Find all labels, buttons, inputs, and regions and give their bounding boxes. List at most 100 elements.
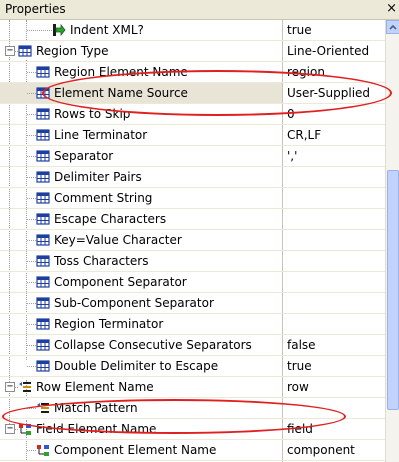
property-row[interactable]: Key=Value Character [0, 230, 385, 251]
property-row[interactable]: Delimiter Pairs [0, 167, 385, 188]
property-name-cell[interactable]: Escape Characters [0, 209, 282, 229]
property-value[interactable] [282, 272, 385, 292]
row-list-icon [36, 401, 50, 415]
property-label: Indent XML? [70, 23, 144, 37]
tree-connector [27, 366, 36, 367]
property-value[interactable] [282, 209, 385, 229]
property-name-cell[interactable]: Separator [0, 146, 282, 166]
property-row[interactable]: − Field Element Name field [0, 419, 385, 440]
property-row[interactable]: Comment String [0, 188, 385, 209]
property-row[interactable]: Region Element Name region [0, 62, 385, 83]
property-name-cell[interactable]: Collapse Consecutive Separators [0, 335, 282, 355]
table-icon [36, 212, 50, 226]
property-value[interactable]: User-Supplied [282, 83, 385, 103]
property-label: Separator [54, 149, 114, 163]
table-icon [36, 359, 50, 373]
property-row[interactable]: Component Separator [0, 272, 385, 293]
property-name-cell[interactable]: Match Pattern [0, 398, 282, 418]
table-icon [36, 275, 50, 289]
property-name-cell[interactable]: Component Separator [0, 272, 282, 292]
property-name-cell[interactable]: Delimiter Pairs [0, 167, 282, 187]
property-value[interactable]: CR,LF [282, 125, 385, 145]
property-row[interactable]: Separator ',' [0, 146, 385, 167]
property-name-cell[interactable]: Line Terminator [0, 125, 282, 145]
row-list-icon [18, 380, 32, 394]
property-value[interactable] [282, 398, 385, 418]
property-row[interactable]: Sub-Component Separator [0, 293, 385, 314]
property-value[interactable]: region [282, 62, 385, 82]
field-tree-icon [18, 422, 32, 436]
tree-connector [27, 114, 36, 115]
property-label: Component Separator [54, 275, 187, 289]
property-row[interactable]: − Row Element Name row [0, 377, 385, 398]
property-name-cell[interactable]: Toss Characters [0, 251, 282, 271]
property-label: Delimiter Pairs [54, 170, 142, 184]
property-name-cell[interactable]: − Row Element Name [0, 377, 282, 397]
property-row[interactable]: Collapse Consecutive Separators false [0, 335, 385, 356]
property-value[interactable] [282, 314, 385, 334]
table-icon [36, 317, 50, 331]
property-row[interactable]: Match Pattern [0, 398, 385, 419]
tree-connector [27, 240, 36, 241]
property-name-cell[interactable]: − Field Element Name [0, 419, 282, 439]
table-icon [18, 44, 32, 58]
tree-connector [27, 30, 52, 31]
scroll-up-button[interactable] [386, 20, 399, 34]
property-label: Comment String [54, 191, 153, 205]
tree-connector [27, 345, 36, 346]
tree-connector [27, 282, 36, 283]
table-icon [36, 149, 50, 163]
property-value[interactable] [282, 167, 385, 187]
property-value[interactable] [282, 293, 385, 313]
property-value[interactable]: true [282, 356, 385, 376]
property-name-cell[interactable]: Region Terminator [0, 314, 282, 334]
table-icon [36, 128, 50, 142]
property-row[interactable]: Rows to Skip 0 [0, 104, 385, 125]
property-row[interactable]: Line Terminator CR,LF [0, 125, 385, 146]
property-name-cell[interactable]: Indent XML? [0, 20, 282, 40]
tree-connector [27, 93, 36, 94]
property-value[interactable]: field [282, 419, 385, 439]
property-row[interactable]: Component Element Name component [0, 440, 385, 461]
property-row[interactable]: Indent XML? true [0, 20, 385, 41]
property-value[interactable]: component [282, 440, 385, 460]
property-name-cell[interactable]: Component Element Name [0, 440, 282, 460]
chevron-up-icon [389, 24, 397, 30]
property-name-cell[interactable]: Rows to Skip [0, 104, 282, 124]
tree-connector [27, 156, 36, 157]
property-label: Match Pattern [54, 401, 138, 415]
property-value[interactable]: false [282, 335, 385, 355]
property-value[interactable]: Line-Oriented [282, 41, 385, 61]
property-value[interactable]: 0 [282, 104, 385, 124]
property-label: Region Element Name [54, 65, 188, 79]
vertical-scrollbar[interactable] [385, 20, 399, 462]
property-row[interactable]: Region Terminator [0, 314, 385, 335]
property-label: Collapse Consecutive Separators [54, 338, 252, 352]
scroll-thumb[interactable] [387, 170, 399, 410]
close-icon[interactable]: × [386, 1, 397, 17]
property-value[interactable] [282, 251, 385, 271]
field-tree-icon [36, 443, 50, 457]
property-row[interactable]: Toss Characters [0, 251, 385, 272]
property-value[interactable]: true [282, 20, 385, 40]
property-value[interactable]: ',' [282, 146, 385, 166]
property-value[interactable]: row [282, 377, 385, 397]
property-name-cell[interactable]: Key=Value Character [0, 230, 282, 250]
property-label: Line Terminator [54, 128, 148, 142]
table-icon [36, 170, 50, 184]
property-row[interactable]: Escape Characters [0, 209, 385, 230]
property-label: Element Name Source [54, 86, 188, 100]
property-name-cell[interactable]: Element Name Source [0, 83, 282, 103]
table-icon [36, 65, 50, 79]
property-name-cell[interactable]: Comment String [0, 188, 282, 208]
table-icon [36, 107, 50, 121]
property-name-cell[interactable]: Region Element Name [0, 62, 282, 82]
property-value[interactable] [282, 188, 385, 208]
property-name-cell[interactable]: Sub-Component Separator [0, 293, 282, 313]
property-name-cell[interactable]: Double Delimiter to Escape [0, 356, 282, 376]
property-row[interactable]: − Region Type Line-Oriented [0, 41, 385, 62]
property-value[interactable] [282, 230, 385, 250]
property-row[interactable]: Element Name Source User-Supplied [0, 83, 385, 104]
property-name-cell[interactable]: − Region Type [0, 41, 282, 61]
property-row[interactable]: Double Delimiter to Escape true [0, 356, 385, 377]
